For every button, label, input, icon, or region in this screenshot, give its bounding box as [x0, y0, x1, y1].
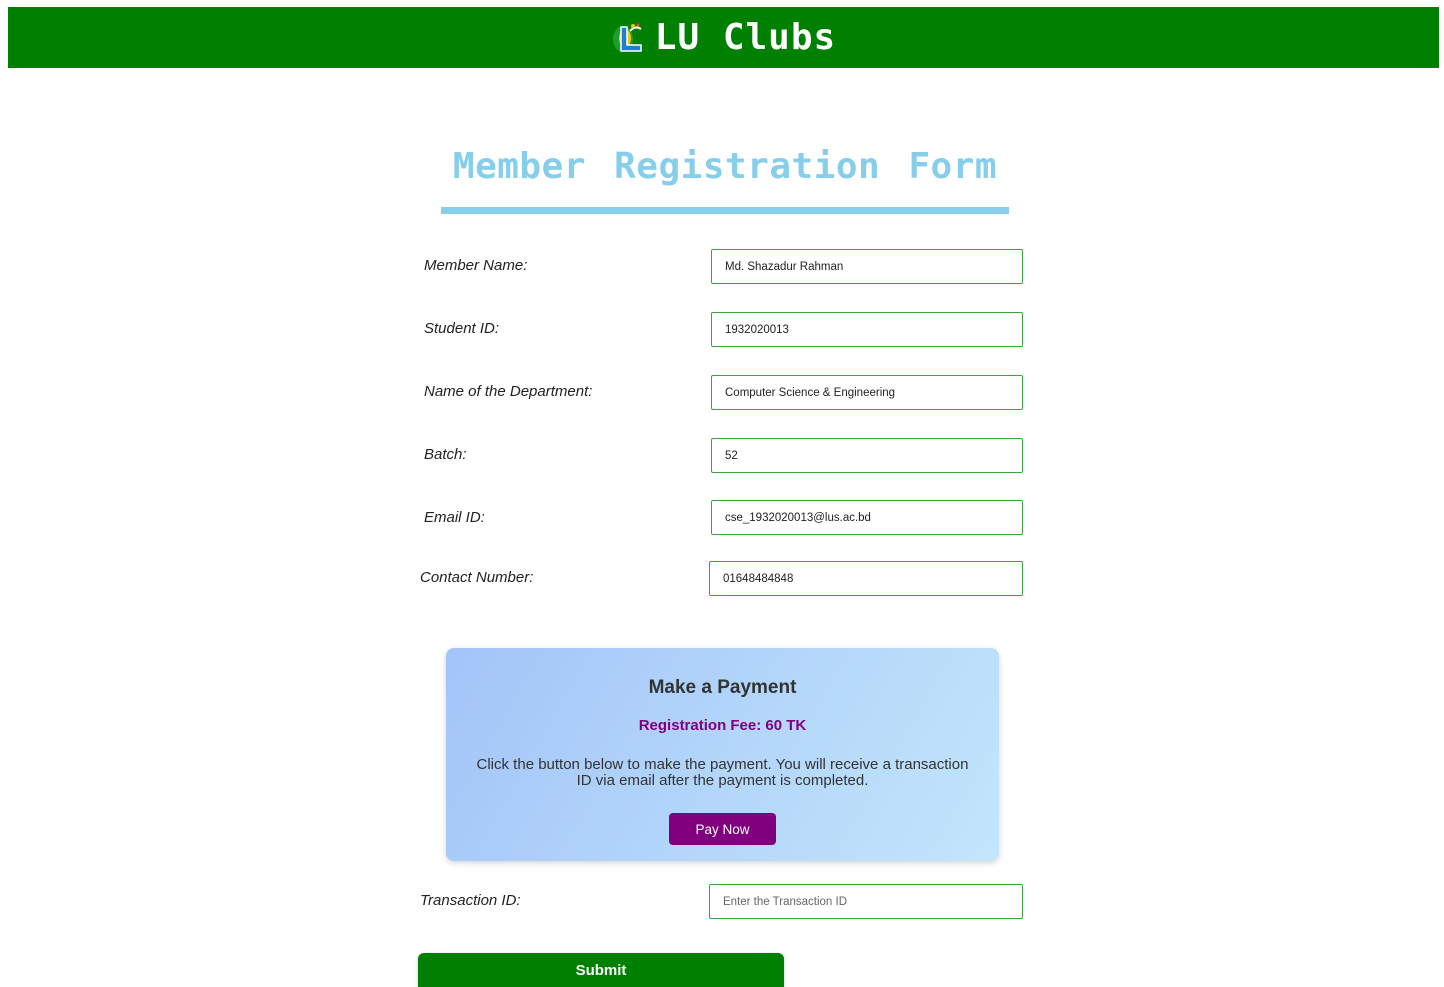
member-name-label: Member Name: — [424, 257, 528, 274]
lu-logo-icon — [612, 23, 642, 52]
page-title: Member Registration Form — [452, 146, 998, 187]
member-name-input[interactable] — [711, 249, 1023, 284]
registration-fee: Registration Fee: 60 TK — [638, 717, 807, 734]
student-id-input[interactable] — [711, 312, 1023, 347]
payment-title: Make a Payment — [648, 677, 797, 698]
batch-input[interactable] — [711, 438, 1023, 473]
batch-label: Batch: — [424, 446, 467, 463]
email-label: Email ID: — [424, 509, 485, 526]
transaction-id-input[interactable] — [709, 884, 1023, 919]
submit-button[interactable]: Submit — [418, 953, 784, 987]
site-header: LU Clubs — [8, 7, 1439, 68]
contact-number-label: Contact Number: — [420, 569, 534, 586]
site-title: LU Clubs — [654, 17, 837, 58]
student-id-label: Student ID: — [424, 320, 500, 337]
contact-number-input[interactable] — [709, 561, 1023, 596]
title-underline — [441, 207, 1009, 214]
email-input[interactable] — [711, 500, 1023, 535]
department-label: Name of the Department: — [424, 383, 593, 400]
pay-now-button[interactable]: Pay Now — [669, 813, 776, 845]
transaction-id-label: Transaction ID: — [420, 892, 521, 909]
payment-instructions: Click the button below to make the payme… — [476, 756, 969, 789]
department-input[interactable] — [711, 375, 1023, 410]
brand[interactable]: LU Clubs — [611, 17, 836, 58]
payment-panel: Make a Payment Registration Fee: 60 TK C… — [446, 648, 999, 861]
